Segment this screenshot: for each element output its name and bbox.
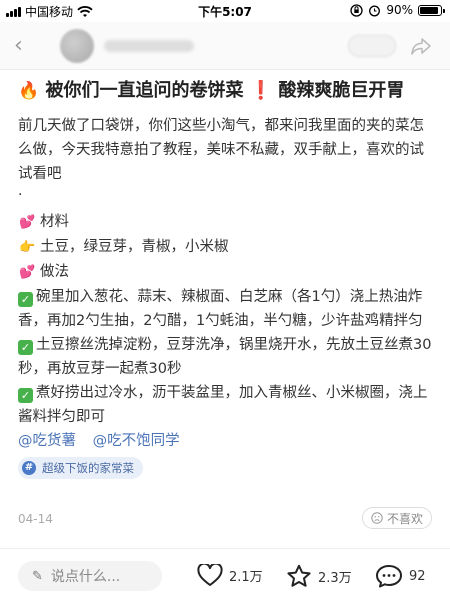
battery-icon <box>418 4 445 16</box>
sad-face-icon <box>371 512 383 524</box>
bottom-action-bar: ✎ 说点什么... 2.1万 2.3万 92 <box>0 548 450 600</box>
step-text: 碗里加入葱花、蒜末、辣椒面、白芝麻（各1勺）浇上热油炸香，再加2勺生抽，2勺醋，… <box>18 289 423 329</box>
topic-label: 超级下饭的家常菜 <box>42 461 134 475</box>
avatar[interactable] <box>60 29 94 63</box>
mention-link[interactable]: @吃货薯 <box>18 433 76 449</box>
step-item: ✓ 土豆擦丝洗掉淀粉，豆芽洗净，锅里烧开水，先放土豆丝煮30秒，再放豆芽一起煮30… <box>18 333 434 381</box>
author-name-blurred[interactable] <box>104 40 194 52</box>
post-date: 04-14 <box>18 512 53 526</box>
alarm-icon <box>369 5 381 16</box>
dislike-label: 不喜欢 <box>386 511 423 526</box>
heart-icon <box>197 564 223 586</box>
status-right: 90% <box>350 3 445 17</box>
comment-button[interactable]: 92 <box>375 564 426 588</box>
separator-dot: · <box>18 187 23 203</box>
materials-heading: 💕 材料 <box>18 210 434 235</box>
comment-icon <box>376 565 402 588</box>
materials-text: 土豆，绿豆芽，青椒，小米椒 <box>40 239 229 255</box>
check-mark-icon: ✓ <box>18 340 33 355</box>
comment-placeholder: 说点什么... <box>50 569 121 585</box>
post-title-tail: 酸辣爽脆巨开胃 <box>278 80 405 101</box>
status-bar: 中国移动 下午5:07 90% <box>0 0 450 22</box>
dislike-button[interactable]: 不喜欢 <box>361 507 432 529</box>
mention-link[interactable]: @吃不饱同学 <box>93 433 180 449</box>
fire-icon: 🔥 <box>18 81 40 101</box>
rotation-lock-icon <box>350 3 363 17</box>
step-text: 土豆擦丝洗掉淀粉，豆芽洗净，锅里烧开水，先放土豆丝煮30秒，再放豆芽一起煮30秒 <box>18 337 432 377</box>
star-icon <box>287 564 311 587</box>
step-item: ✓ 煮好捞出过冷水，沥干装盆里，加入青椒丝、小米椒圈，浇上酱料拌匀即可 <box>18 381 434 429</box>
post-content: 🔥 被你们一直追问的卷饼菜 ❗ 酸辣爽脆巨开胃 前几天做了口袋饼，你们这些小淘气… <box>18 78 434 479</box>
mentions: @吃货薯 @吃不饱同学 <box>18 429 434 453</box>
comment-count: 92 <box>409 568 426 584</box>
post-title-text: 被你们一直追问的卷饼菜 <box>45 80 244 101</box>
battery-label: 90% <box>386 3 413 17</box>
materials-heading-text: 材料 <box>40 214 69 230</box>
collect-button[interactable]: 2.3万 <box>286 564 352 588</box>
two-hearts-icon: 💕 <box>19 265 36 280</box>
topic-tag[interactable]: # 超级下饭的家常菜 <box>18 457 143 479</box>
follow-button[interactable] <box>348 35 396 57</box>
step-item: ✓ 碗里加入葱花、蒜末、辣椒面、白芝麻（各1勺）浇上热油炸香，再加2勺生抽，2勺醋… <box>18 285 434 333</box>
pen-icon: ✎ <box>32 568 43 584</box>
exclamation-icon: ❗ <box>249 80 273 101</box>
check-mark-icon: ✓ <box>18 292 33 307</box>
post-title: 🔥 被你们一直追问的卷饼菜 ❗ 酸辣爽脆巨开胃 <box>18 78 434 104</box>
chevron-left-icon[interactable]: ‹ <box>14 34 23 58</box>
like-count: 2.1万 <box>229 570 263 585</box>
battery-fill <box>420 6 438 14</box>
post-header: ‹ <box>0 22 450 70</box>
method-heading: 💕 做法 <box>18 260 434 285</box>
comment-input[interactable]: ✎ 说点什么... <box>18 561 162 591</box>
method-heading-text: 做法 <box>40 264 69 280</box>
materials-line: 👉 土豆，绿豆芽，青椒，小米椒 <box>18 235 434 260</box>
like-button[interactable]: 2.1万 <box>197 564 263 587</box>
step-text: 煮好捞出过冷水，沥干装盆里，加入青椒丝、小米椒圈，浇上酱料拌匀即可 <box>18 385 428 425</box>
collect-count: 2.3万 <box>318 570 352 586</box>
share-icon[interactable] <box>410 36 432 56</box>
check-mark-icon: ✓ <box>18 388 33 403</box>
pointing-hand-icon: 👉 <box>19 240 36 255</box>
post-intro: 前几天做了口袋饼，你们这些小淘气，都来问我里面的夹的菜怎么做，今天我特意拍了教程… <box>18 118 424 182</box>
two-hearts-icon: 💕 <box>19 215 36 230</box>
hashtag-icon: # <box>22 461 36 475</box>
